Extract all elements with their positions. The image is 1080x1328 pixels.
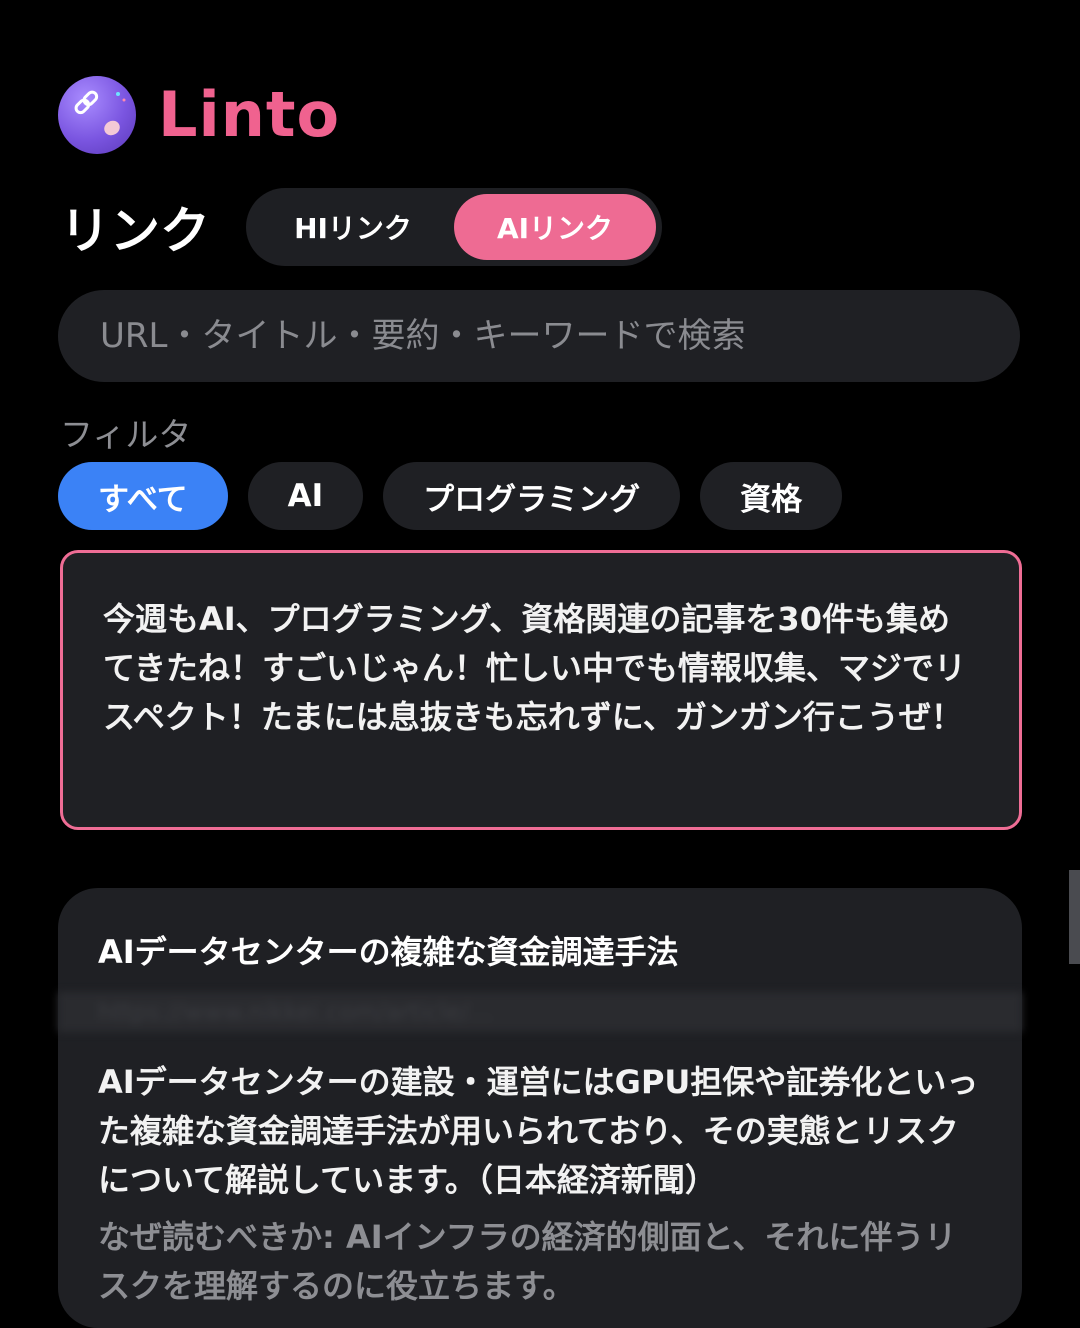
search-bar — [58, 290, 1020, 382]
link-type-toggle: HIリンク AIリンク — [246, 188, 662, 266]
app-name: Linto — [158, 78, 341, 151]
filter-chip-all[interactable]: すべて — [58, 462, 228, 530]
search-input[interactable] — [98, 315, 1020, 357]
ai-weekly-message: 今週もAI、プログラミング、資格関連の記事を30件も集めてきたね！すごいじゃん！… — [60, 550, 1022, 830]
card-summary: AIデータセンターの建設・運営にはGPU担保や証券化といった複雑な資金調達手法が… — [98, 1063, 979, 1199]
link-planet-icon — [58, 76, 136, 154]
filter-label: フィルタ — [60, 415, 192, 454]
card-url[interactable]: https://www.nikkei.com/article/... — [58, 992, 1022, 1032]
filter-chip-ai[interactable]: AI — [247, 462, 364, 530]
tab-ai-link[interactable]: AIリンク — [454, 194, 656, 260]
card-why-read: なぜ読むべきか: AIインフラの経済的側面と、それに伴うリスクを理解するのに役立… — [98, 1218, 957, 1305]
page-title: リンク — [60, 202, 210, 260]
filter-chip-programming[interactable]: プログラミング — [383, 462, 681, 530]
filter-chips: すべて AI プログラミング 資格 — [58, 462, 843, 530]
app-header: Linto — [58, 76, 340, 154]
link-card[interactable]: AIデータセンターの複雑な資金調達手法 https://www.nikkei.c… — [58, 888, 1022, 1328]
filter-chip-certification[interactable]: 資格 — [700, 462, 843, 530]
tab-hi-link[interactable]: HIリンク — [252, 194, 454, 260]
card-title[interactable]: AIデータセンターの複雑な資金調達手法 — [98, 928, 982, 976]
title-row: リンク HIリンク AIリンク — [60, 188, 662, 266]
scrollbar-thumb[interactable] — [1069, 870, 1080, 964]
